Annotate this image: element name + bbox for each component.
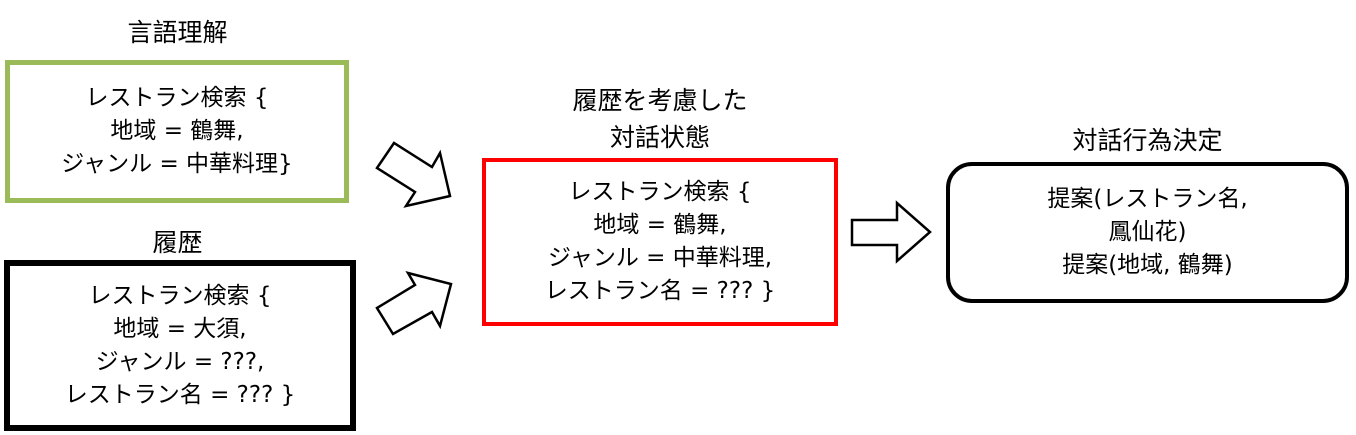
arrow-down-right-icon (375, 141, 452, 208)
arrow-right-icon (850, 200, 932, 264)
arrows (375, 141, 932, 336)
arrow-up-right-icon (375, 271, 453, 336)
